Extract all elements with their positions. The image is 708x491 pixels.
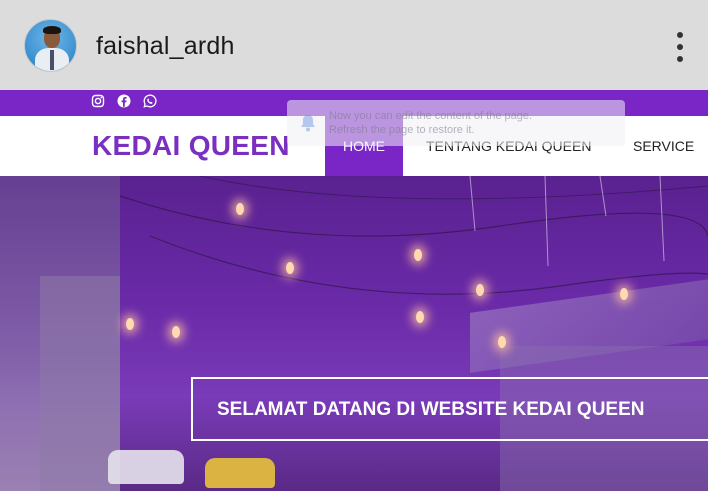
- light-bulb: [172, 326, 180, 338]
- light-bulb: [620, 288, 628, 300]
- more-vertical-icon[interactable]: [672, 30, 688, 64]
- light-bulb: [498, 336, 506, 348]
- light-bulb: [126, 318, 134, 330]
- toast-message: Now you can edit the content of the page…: [329, 109, 532, 137]
- avatar-tie: [50, 50, 54, 70]
- light-bulb: [236, 203, 244, 215]
- light-bulb: [476, 284, 484, 296]
- menu-dot: [677, 32, 683, 38]
- whatsapp-icon[interactable]: [143, 94, 157, 108]
- instagram-icon[interactable]: [91, 94, 105, 108]
- facebook-icon[interactable]: [117, 94, 131, 108]
- light-bulb: [416, 311, 424, 323]
- light-bulb: [286, 262, 294, 274]
- nav-service[interactable]: SERVICE: [633, 116, 694, 176]
- menu-dot: [677, 44, 683, 50]
- welcome-banner: SELAMAT DATANG DI WEBSITE KEDAI QUEEN: [191, 377, 708, 441]
- toast-line-1: Now you can edit the content of the page…: [329, 110, 533, 122]
- instagram-header: faishal_ardh: [0, 0, 708, 90]
- welcome-text: SELAMAT DATANG DI WEBSITE KEDAI QUEEN: [217, 399, 645, 420]
- edit-mode-toast: Now you can edit the content of the page…: [287, 100, 625, 146]
- light-bulb: [414, 249, 422, 261]
- website-preview: KEDAI QUEEN HOME TENTANG KEDAI QUEEN SER…: [0, 90, 708, 491]
- string-lights: [119, 176, 708, 296]
- social-icons: [91, 94, 157, 108]
- parked-car-white: [108, 450, 184, 484]
- parked-car-yellow: [205, 458, 275, 488]
- toast-line-2: Refresh the page to restore it.: [329, 124, 475, 136]
- avatar-hair: [43, 26, 61, 34]
- hero-banner: SELAMAT DATANG DI WEBSITE KEDAI QUEEN: [0, 176, 708, 491]
- menu-dot: [677, 56, 683, 62]
- username[interactable]: faishal_ardh: [96, 32, 235, 61]
- bell-icon: [301, 115, 315, 132]
- site-brand[interactable]: KEDAI QUEEN: [92, 130, 290, 162]
- profile-avatar[interactable]: [24, 19, 77, 72]
